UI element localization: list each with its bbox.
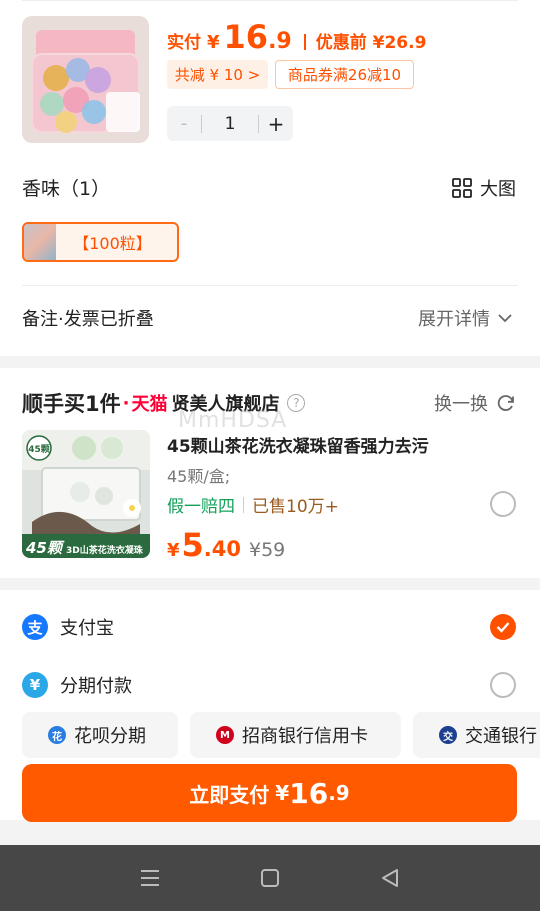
addon-select-radio[interactable] [490,491,516,517]
currency-symbol: ¥ [275,781,290,805]
sold-count: 已售10万+ [252,497,339,517]
currency-symbol: ¥ [167,540,180,561]
menu-icon [141,870,159,886]
payment-option-label: 分期付款 [60,676,132,697]
original-price: ¥59 [249,539,286,561]
image-corner-badge: 45颗 [28,444,50,455]
cmb-icon: M [216,726,234,744]
price-line: 实付 ¥ 16 .9 优惠前 ¥26.9 [167,18,426,58]
pay-button-label: 立即支付 [189,782,270,807]
product-card: 实付 ¥ 16 .9 优惠前 ¥26.9 共减 ¥ 10 > 商品券满26减10… [0,0,540,356]
alipay-icon: 支 [22,614,48,640]
product-image[interactable] [22,16,149,143]
addon-title: 顺手买1件 [22,392,121,416]
big-view-label: 大图 [480,179,516,200]
price-label: 实付 [167,33,201,53]
addon-card: 顺手买1件 · 天猫 贤美人旗舰店 ? 换一换 45颗 45颗 3D山茶花洗衣凝… [0,368,540,578]
price-decimal: .9 [268,29,292,54]
payment-option-installment[interactable]: ¥ 分期付款 [22,668,516,702]
big-view-button[interactable]: 大图 [452,175,516,201]
quantity-input[interactable]: 1 [202,114,258,134]
back-button[interactable] [370,858,410,898]
pay-now-button[interactable]: 立即支付 ¥ 16 .9 [22,764,517,822]
grid-icon [452,178,472,198]
refresh-icon [497,395,514,411]
divider [243,496,244,513]
chevron-down-icon [498,314,512,323]
price-decimal: .9 [328,781,350,805]
installment-option-label: 招商银行信用卡 [242,726,368,747]
divider [22,0,518,1]
guarantee-tag: 假一赔四 [167,497,235,517]
huabei-icon: 花 [48,726,66,744]
installment-icon: ¥ [22,672,48,698]
back-triangle-icon [382,869,398,887]
separator-dot: · [122,392,130,414]
sku-thumbnail [24,224,56,260]
addon-header: 顺手买1件 · 天猫 贤美人旗舰店 ? [22,388,306,418]
original-price: 优惠前 ¥26.9 [315,33,427,53]
payment-option-alipay[interactable]: 支 支付宝 [22,610,516,644]
help-icon[interactable]: ? [287,394,306,412]
currency-symbol: ¥ [207,32,220,53]
addon-price: ¥ 5 .40 ¥59 [167,526,285,564]
sku-option-label: 【100粒】 [73,234,152,253]
selected-radio[interactable] [490,614,516,640]
checkmark-icon [496,622,510,633]
payment-option-label: 支付宝 [60,618,114,639]
addon-product-image[interactable]: 45颗 45颗 3D山茶花洗衣凝珠 [22,430,150,558]
shop-name[interactable]: 贤美人旗舰店 [171,390,279,416]
installment-option-cmb[interactable]: M 招商银行信用卡 [190,712,401,758]
expand-label: 展开详情 [418,309,490,330]
home-square-icon [261,869,279,887]
quantity-stepper: - 1 + [167,106,293,141]
sku-option[interactable]: 【100粒】 [22,222,179,262]
system-nav-bar [0,845,540,911]
addon-product-title[interactable]: 45颗山茶花洗衣凝珠留香强力去污 [167,432,429,457]
tmall-logo: 天猫 [131,394,168,415]
menu-button[interactable] [130,858,170,898]
swap-button[interactable]: 换一换 [434,390,516,416]
price-integer: 16 [223,18,269,56]
expand-details-button[interactable]: 展开详情 [418,305,512,331]
sku-section-title: 香味（1） [22,178,111,200]
addon-tags: 假一赔四 已售10万+ [167,492,339,517]
installment-option-bocom[interactable]: 交 交通银行 [413,712,540,758]
coupon-badge: 商品券满26减10 [275,60,414,89]
home-button[interactable] [250,858,290,898]
note-invoice-label: 备注·发票已折叠 [22,309,154,330]
swap-label: 换一换 [434,394,488,415]
discount-detail-button[interactable]: 共减 ¥ 10 > [167,60,268,89]
addon-spec: 45颗/盒; [167,467,231,486]
bocom-icon: 交 [439,726,457,744]
decrease-button[interactable]: - [167,113,201,134]
price-decimal: .40 [203,537,241,561]
price-integer: 5 [181,526,204,564]
image-caption: 3D山茶花洗衣凝珠 [66,544,144,556]
unselected-radio[interactable] [490,672,516,698]
installment-option-label: 交通银行 [465,726,537,747]
divider [22,285,518,286]
installment-option-huabei[interactable]: 花 花呗分期 [22,712,178,758]
image-count-badge: 45颗 [25,539,65,557]
increase-button[interactable]: + [259,112,293,136]
installment-option-label: 花呗分期 [74,726,146,747]
price-integer: 16 [289,776,329,810]
divider [303,34,306,50]
